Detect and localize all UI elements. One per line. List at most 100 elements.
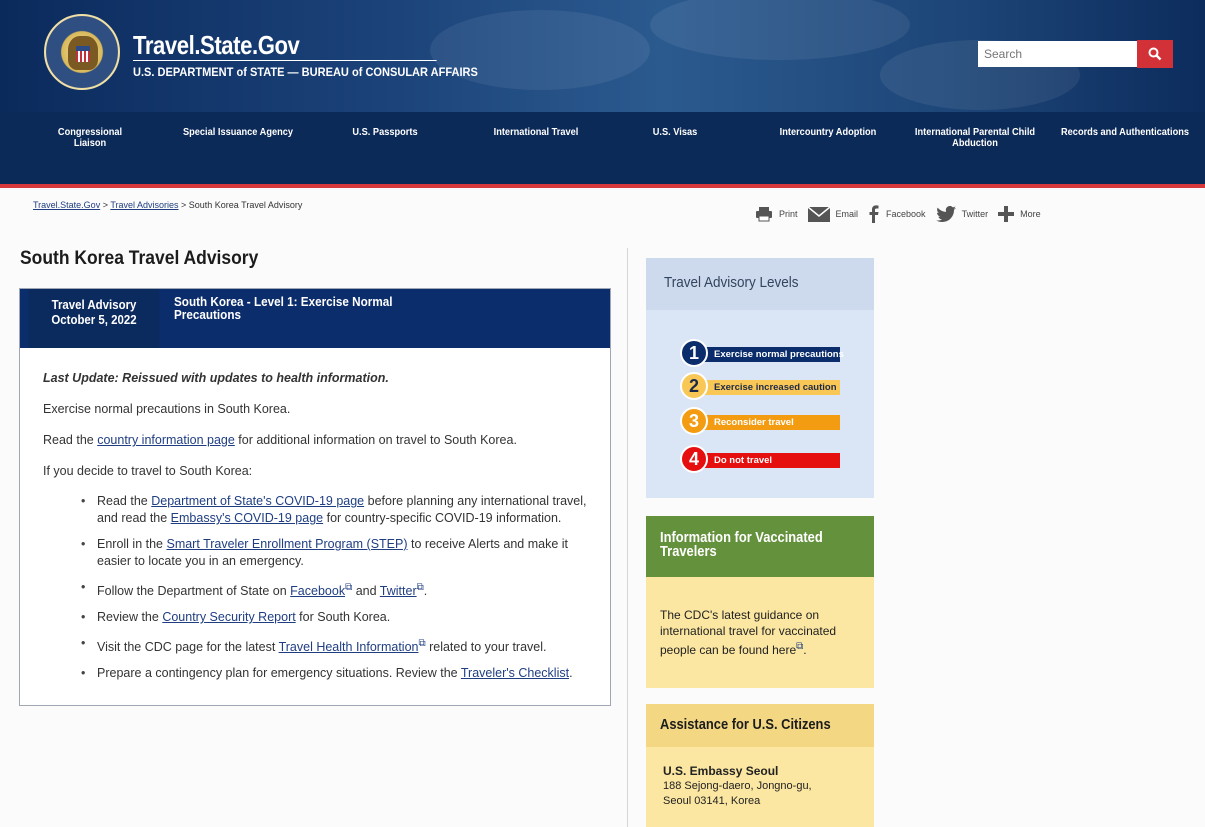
levels-heading-text: Travel Advisory Levels	[664, 274, 799, 291]
vaccinated-travelers-panel: Information for Vaccinated Travelers The…	[646, 516, 874, 688]
text-span: for South Korea.	[295, 610, 391, 625]
shield-icon	[76, 46, 90, 62]
list-item: Follow the Department of State on Facebo…	[81, 579, 598, 600]
main-nav: Congressional Liaison Special Issuance A…	[0, 112, 1205, 184]
text-span: Visit the CDC page for the latest	[97, 640, 279, 655]
level-4[interactable]: 4 Do not travel	[680, 445, 840, 473]
travel-health-information-link[interactable]: Travel Health Information	[279, 640, 419, 654]
nav-us-visas[interactable]: U.S. Visas	[649, 127, 702, 138]
twitter-icon[interactable]	[935, 206, 956, 222]
breadcrumb-separator: >	[100, 200, 111, 210]
level-1-label: Exercise normal precautions	[698, 346, 844, 362]
facebook-icon[interactable]	[868, 205, 880, 223]
list-item: Prepare a contingency plan for emergency…	[81, 665, 598, 682]
text-span: .	[803, 643, 807, 657]
assistance-heading-text: Assistance for U.S. Citizens	[660, 716, 831, 733]
levels-heading: Travel Advisory Levels	[646, 258, 874, 310]
advisory-body: Last Update: Reissued with updates to he…	[43, 371, 598, 691]
site-header: Travel.State.Gov U.S. DEPARTMENT of STAT…	[0, 0, 1205, 112]
advisory-paragraph: If you decide to travel to South Korea:	[43, 464, 253, 478]
column-divider	[627, 248, 628, 827]
site-subtitle[interactable]: U.S. DEPARTMENT of STATE — BUREAU of CON…	[133, 60, 478, 79]
country-security-report-link[interactable]: Country Security Report	[162, 610, 295, 624]
breadcrumb-separator: >	[178, 200, 189, 210]
breadcrumb-travel-advisories-link[interactable]: Travel Advisories	[110, 200, 178, 210]
nav-records-and-authentications[interactable]: Records and Authentications	[1059, 127, 1191, 138]
text-span: .	[423, 584, 428, 599]
text-span: Enroll in the	[97, 537, 167, 551]
text-span: Review the	[97, 610, 163, 625]
advisory-date: October 5, 2022	[51, 312, 137, 327]
embassy-name: U.S. Embassy Seoul	[663, 764, 779, 778]
nav-intercountry-adoption[interactable]: Intercountry Adoption	[775, 127, 881, 138]
step-link[interactable]: Smart Traveler Enrollment Program (STEP)	[166, 537, 407, 551]
state-department-seal-logo[interactable]	[44, 14, 120, 90]
page-title: South Korea Travel Advisory	[20, 248, 259, 269]
text-span: .	[569, 666, 573, 681]
text-span: Read the	[43, 433, 98, 447]
nav-us-passports[interactable]: U.S. Passports	[350, 127, 420, 138]
covid-page-link[interactable]: Department of State's COVID-19 page	[151, 494, 364, 508]
print-icon[interactable]	[755, 206, 773, 222]
last-update-text: Last Update: Reissued with updates to he…	[43, 371, 389, 385]
vaccinated-heading: Information for Vaccinated Travelers	[646, 516, 874, 577]
travelers-checklist-link[interactable]: Traveler's Checklist	[461, 666, 569, 680]
level-2[interactable]: 2 Exercise increased caution	[680, 372, 840, 400]
more-link[interactable]: More	[1020, 209, 1041, 219]
list-item: Visit the CDC page for the latest Travel…	[81, 635, 598, 656]
email-link[interactable]: Email	[836, 209, 859, 219]
twitter-link[interactable]: Twitter	[380, 584, 417, 598]
twitter-link[interactable]: Twitter	[962, 209, 989, 219]
level-3-number: 3	[680, 407, 708, 435]
share-bar: Print Email Facebook Twitter More	[755, 205, 1051, 223]
level-1[interactable]: 1 Exercise normal precautions	[680, 339, 844, 367]
search-button[interactable]	[1137, 40, 1173, 68]
cdc-guidance-link[interactable]: here	[772, 643, 796, 657]
list-item: Review the Country Security Report for S…	[81, 609, 598, 626]
address-line: Seoul 03141, Korea	[663, 795, 761, 807]
embassy-address: U.S. Embassy Seoul 188 Sejong-daero, Jon…	[663, 764, 863, 809]
print-link[interactable]: Print	[779, 209, 798, 219]
level-3-label: Reconsider travel	[698, 414, 840, 430]
external-link-icon: ⧉	[418, 638, 426, 650]
breadcrumb-home-link[interactable]: Travel.State.Gov	[33, 200, 100, 210]
text-span: Prepare a contingency plan for emergency…	[97, 666, 461, 681]
list-item: Enroll in the Smart Traveler Enrollment …	[81, 536, 598, 570]
nav-congressional-liaison[interactable]: Congressional Liaison	[42, 127, 137, 149]
address-line: 188 Sejong-daero, Jongno-gu,	[663, 780, 812, 792]
travel-advisory-levels-panel: Travel Advisory Levels 1 Exercise normal…	[646, 258, 874, 498]
advisory-label-text: Travel Advisory	[51, 297, 137, 312]
level-3[interactable]: 3 Reconsider travel	[680, 407, 840, 435]
assistance-heading: Assistance for U.S. Citizens	[646, 704, 874, 747]
level-4-number: 4	[680, 445, 708, 473]
external-link-icon: ⧉	[416, 582, 424, 593]
search-icon	[1148, 47, 1162, 61]
advisory-paragraph: Read the country information page for ad…	[43, 433, 598, 448]
advisory-title: South Korea - Level 1: Exercise Normal P…	[174, 294, 393, 322]
nav-international-parental-child-abduction[interactable]: International Parental Child Abduction	[913, 127, 1036, 149]
text-span: Follow the Department of State on	[97, 584, 291, 599]
list-item: Read the Department of State's COVID-19 …	[81, 493, 598, 527]
text-span: related to your travel.	[425, 640, 547, 655]
email-icon[interactable]	[807, 206, 830, 222]
vaccinated-heading-line: Travelers	[660, 543, 717, 560]
facebook-link[interactable]: Facebook	[290, 584, 345, 598]
facebook-link[interactable]: Facebook	[886, 209, 926, 219]
nav-international-travel[interactable]: International Travel	[487, 127, 586, 138]
text-span: for country-specific COVID-19 informatio…	[323, 511, 562, 525]
breadcrumb-current: South Korea Travel Advisory	[188, 200, 303, 210]
site-title[interactable]: Travel.State.Gov	[133, 30, 300, 61]
advisory-list: Read the Department of State's COVID-19 …	[81, 493, 598, 682]
nav-special-issuance-agency[interactable]: Special Issuance Agency	[181, 127, 295, 138]
search-input[interactable]	[978, 41, 1137, 67]
header-divider	[0, 184, 1205, 188]
vaccinated-text: The CDC's latest guidance on internation…	[660, 607, 865, 658]
advisory-panel: Travel Advisory October 5, 2022 South Ko…	[19, 288, 611, 706]
plus-icon[interactable]	[998, 206, 1015, 222]
embassy-covid-link[interactable]: Embassy's COVID-19 page	[171, 511, 323, 525]
text-span: The CDC's latest guidance on internation…	[660, 608, 837, 657]
text-span: and	[352, 584, 380, 599]
country-information-link[interactable]: country information page	[97, 433, 235, 447]
level-4-label: Do not travel	[698, 452, 840, 468]
assistance-panel: Assistance for U.S. Citizens U.S. Embass…	[646, 704, 874, 827]
